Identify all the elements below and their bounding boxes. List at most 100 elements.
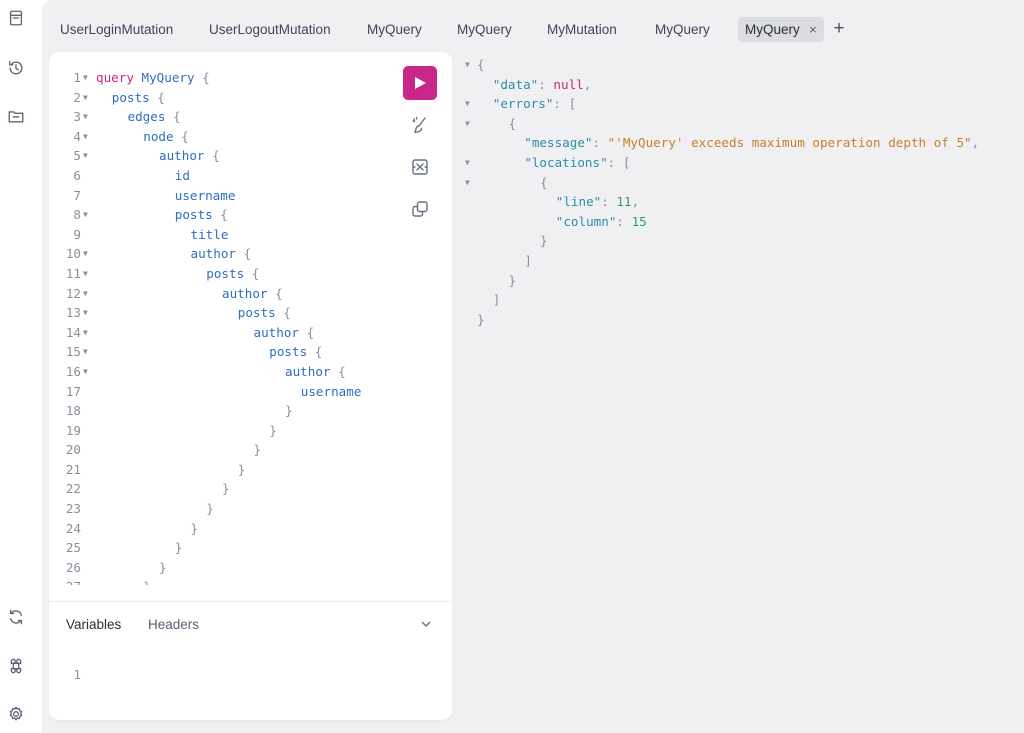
code-text: title <box>191 225 229 245</box>
fold-toggle-icon[interactable]: ▼ <box>465 173 470 193</box>
code-line: 17 username <box>49 382 399 402</box>
response-line: } <box>462 271 1024 291</box>
fold-toggle-icon[interactable]: ▼ <box>465 153 470 173</box>
fold-toggle-icon[interactable]: ▼ <box>83 107 88 127</box>
fold-toggle-icon[interactable]: ▼ <box>83 342 88 362</box>
query-editor[interactable]: 1 ▼ query MyQuery {2 ▼ posts {3 ▼ edges {4 ▼ nod… <box>49 68 399 585</box>
operation-tabs: UserLoginMutation UserLogoutMutation MyQ… <box>42 0 1024 52</box>
response-text: } <box>477 310 485 330</box>
code-token: title <box>190 226 229 242</box>
code-text: } <box>159 558 167 578</box>
tab-userloginmutation[interactable]: UserLoginMutation <box>53 17 180 42</box>
response-line: } <box>462 310 1024 330</box>
fold-toggle-icon[interactable]: ▼ <box>83 362 88 382</box>
code-token: { <box>149 89 165 105</box>
close-tab-icon[interactable]: × <box>809 17 817 42</box>
response-token: "errors" <box>492 96 554 112</box>
response-text: "column": 15 <box>556 212 647 232</box>
merge-fragments-icon <box>412 159 428 175</box>
merge-fragments-button[interactable] <box>403 150 437 184</box>
fold-toggle-icon[interactable]: ▼ <box>465 55 470 75</box>
fold-toggle-icon[interactable]: ▼ <box>83 205 88 225</box>
response-line: "line": 11, <box>462 192 1024 212</box>
tab-label: MyQuery <box>457 22 512 37</box>
settings-icon[interactable] <box>6 704 26 724</box>
code-line: 3 ▼ edges { <box>49 107 399 127</box>
code-token: edges <box>127 109 166 125</box>
code-token: } <box>174 540 183 556</box>
history-icon[interactable] <box>6 58 26 78</box>
tab-headers[interactable]: Headers <box>148 617 199 632</box>
line-number: 19 <box>65 422 81 438</box>
code-text: } <box>191 519 199 539</box>
line-number: 6 <box>73 167 81 183</box>
chevron-down-icon <box>421 621 431 627</box>
response-token: ] <box>492 292 501 308</box>
fold-toggle-icon[interactable]: ▼ <box>83 303 88 323</box>
line-number: 23 <box>65 501 81 517</box>
response-token: null <box>553 76 584 92</box>
fold-toggle-icon[interactable]: ▼ <box>83 127 88 147</box>
code-text: username <box>175 186 236 206</box>
response-token: } <box>477 311 485 327</box>
tab-userlogoutmutation[interactable]: UserLogoutMutation <box>202 17 338 42</box>
fold-toggle-icon[interactable]: ▼ <box>465 94 470 114</box>
fold-toggle-icon[interactable]: ▼ <box>465 114 470 134</box>
response-text: } <box>509 271 517 291</box>
code-token: username <box>174 187 236 203</box>
response-text: "message": "'MyQuery' exceeds maximum op… <box>524 133 979 153</box>
response-viewer: ▼{"data": null, ▼ "errors": [▼{"message": … <box>462 55 1024 355</box>
code-token: id <box>174 167 190 183</box>
code-token: } <box>237 461 246 477</box>
line-number: 4 <box>73 128 81 144</box>
response-token: : <box>538 76 554 92</box>
code-token: } <box>222 481 230 497</box>
tab-myquery-3[interactable]: MyQuery <box>648 17 717 42</box>
response-token: : [ <box>553 96 577 112</box>
code-token: username <box>300 383 362 399</box>
code-line: 6 id <box>49 166 399 186</box>
line-number: 18 <box>65 403 81 419</box>
response-text: "locations": [ <box>524 153 630 173</box>
toggle-variables-panel[interactable] <box>419 617 435 633</box>
fold-toggle-icon[interactable]: ▼ <box>83 88 88 108</box>
fold-toggle-icon[interactable]: ▼ <box>83 284 88 304</box>
add-tab-button[interactable]: + <box>830 17 848 42</box>
shortcuts-icon[interactable] <box>6 656 26 676</box>
code-token: { <box>299 324 315 340</box>
tab-myquery-2[interactable]: MyQuery <box>450 17 519 42</box>
fold-toggle-icon[interactable]: ▼ <box>83 244 88 264</box>
response-text: ] <box>493 290 501 310</box>
code-text: id <box>175 166 190 186</box>
copy-query-button[interactable] <box>403 192 437 226</box>
code-text: author { <box>159 146 220 166</box>
response-line: ▼{ <box>462 55 1024 75</box>
code-token: } <box>285 403 293 419</box>
refetch-schema-icon[interactable] <box>6 607 26 627</box>
code-token: node <box>143 128 174 144</box>
tab-myquery-active[interactable]: MyQuery × <box>738 17 824 42</box>
explorer-icon[interactable] <box>6 106 26 126</box>
prettify-button[interactable] <box>403 108 437 142</box>
code-text: author { <box>222 284 283 304</box>
code-line: 4 ▼ node { <box>49 127 399 147</box>
fold-toggle-icon[interactable]: ▼ <box>83 68 88 88</box>
tab-myquery-1[interactable]: MyQuery <box>360 17 429 42</box>
code-text: } <box>206 499 214 519</box>
code-token: { <box>267 285 283 301</box>
code-text: node { <box>143 127 189 147</box>
tab-variables[interactable]: Variables <box>66 617 121 632</box>
run-button[interactable] <box>403 66 437 100</box>
fold-toggle-icon[interactable]: ▼ <box>83 264 88 284</box>
code-token: author <box>222 285 268 301</box>
code-token: author <box>190 246 237 262</box>
fold-toggle-icon[interactable]: ▼ <box>83 146 88 166</box>
code-line: 2 ▼ posts { <box>49 88 399 108</box>
line-number: 21 <box>65 461 81 477</box>
tab-mymutation[interactable]: MyMutation <box>540 17 624 42</box>
line-number: 11 <box>65 265 81 281</box>
fold-toggle-icon[interactable]: ▼ <box>83 323 88 343</box>
code-text: } <box>285 401 293 421</box>
code-line: 13 ▼ posts { <box>49 303 399 323</box>
docs-icon[interactable] <box>6 8 26 28</box>
